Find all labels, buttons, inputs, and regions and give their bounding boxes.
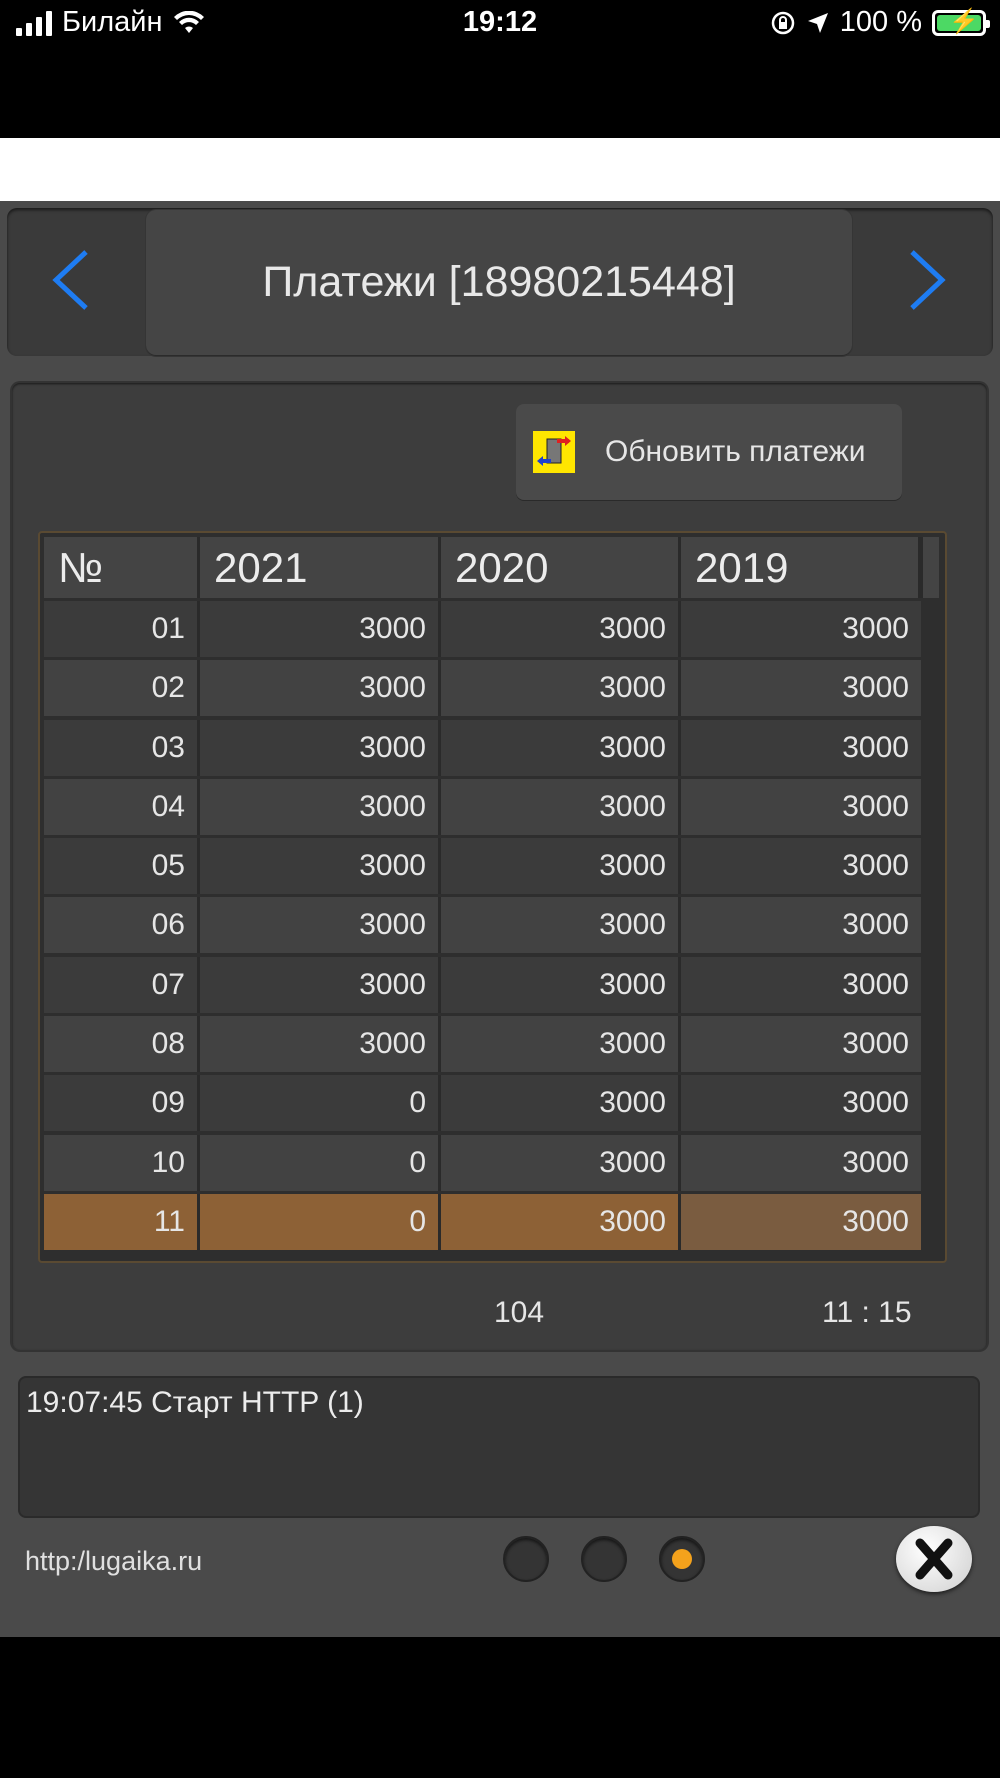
cell-2021: 0 xyxy=(200,1134,441,1191)
battery-percent: 100 % xyxy=(839,6,922,38)
table-row[interactable]: 08 3000 3000 3000 xyxy=(44,1016,921,1073)
cell-2021: 3000 xyxy=(200,601,441,657)
footer-time: 11 : 15 xyxy=(822,1296,912,1329)
cell-2019: 3000 xyxy=(681,1134,921,1191)
table-row[interactable]: 09 0 3000 3000 xyxy=(44,1075,921,1132)
site-link[interactable]: http:/lugaika.ru xyxy=(25,1546,202,1577)
table-row-selected[interactable]: 11 0 3000 3000 xyxy=(44,1193,921,1250)
table-row[interactable]: 01 3000 3000 3000 xyxy=(44,601,921,657)
payments-count: 104 xyxy=(494,1296,545,1329)
column-header-2021[interactable]: 2021 xyxy=(200,537,441,598)
cell-number: 10 xyxy=(44,1134,200,1191)
table-row[interactable]: 03 3000 3000 3000 xyxy=(44,719,921,776)
column-header-number[interactable]: № xyxy=(44,537,200,598)
table-body: 01 3000 3000 3000 02 3000 3000 3000 03 3… xyxy=(44,601,921,1253)
orientation-lock-icon xyxy=(771,11,795,34)
cell-2020: 3000 xyxy=(441,1134,681,1191)
cell-2021: 3000 xyxy=(200,838,441,895)
cell-2019: 3000 xyxy=(681,660,921,717)
prev-button[interactable] xyxy=(46,244,94,316)
cell-2021: 3000 xyxy=(200,778,441,835)
cell-2020: 3000 xyxy=(441,660,681,717)
status-bar: Билайн 19:12 100 % ⚡ xyxy=(0,0,1000,52)
table-row[interactable]: 07 3000 3000 3000 xyxy=(44,956,921,1013)
cell-2021: 0 xyxy=(200,1075,441,1132)
cell-2020: 3000 xyxy=(441,778,681,835)
chevron-right-icon xyxy=(910,250,946,310)
cell-number: 07 xyxy=(44,956,200,1013)
cell-2021: 3000 xyxy=(200,1016,441,1073)
cell-2021: 3000 xyxy=(200,719,441,776)
column-header-2020[interactable]: 2020 xyxy=(441,537,681,598)
refresh-label: Обновить платежи xyxy=(605,435,866,468)
table-header: № 2021 2020 2019 xyxy=(44,537,939,598)
cell-2021: 3000 xyxy=(200,956,441,1013)
status-right: 100 % ⚡ xyxy=(770,6,990,39)
cell-2020: 3000 xyxy=(441,897,681,954)
cell-number: 08 xyxy=(44,1016,200,1073)
transfer-icon xyxy=(533,431,575,473)
cell-number: 02 xyxy=(44,660,200,717)
table-row[interactable]: 06 3000 3000 3000 xyxy=(44,897,921,954)
page-dot-1[interactable] xyxy=(503,1536,549,1582)
cell-2020: 3000 xyxy=(441,1075,681,1132)
cell-2019: 3000 xyxy=(681,956,921,1013)
next-button[interactable] xyxy=(904,244,952,316)
cell-2019: 3000 xyxy=(681,1075,921,1132)
cell-2020: 3000 xyxy=(441,838,681,895)
cell-2019: 3000 xyxy=(681,1193,921,1250)
refresh-payments-button[interactable]: Обновить платежи xyxy=(516,404,902,500)
battery-icon: ⚡ xyxy=(932,8,990,36)
column-header-2019[interactable]: 2019 xyxy=(681,537,921,598)
cell-2021: 3000 xyxy=(200,660,441,717)
cell-2020: 3000 xyxy=(441,1193,681,1250)
cell-number: 01 xyxy=(44,601,200,657)
cell-2019: 3000 xyxy=(681,838,921,895)
white-bar xyxy=(0,138,1000,201)
chevron-left-icon xyxy=(52,250,88,310)
cell-number: 05 xyxy=(44,838,200,895)
cell-2019: 3000 xyxy=(681,897,921,954)
cell-2019: 3000 xyxy=(681,1016,921,1073)
cell-2019: 3000 xyxy=(681,719,921,776)
cell-number: 09 xyxy=(44,1075,200,1132)
page-title: Платежи [18980215448] xyxy=(262,258,736,306)
table-row[interactable]: 05 3000 3000 3000 xyxy=(44,838,921,895)
cell-2021: 0 xyxy=(200,1193,441,1250)
cell-2020: 3000 xyxy=(441,719,681,776)
table-row[interactable]: 02 3000 3000 3000 xyxy=(44,660,921,717)
cell-number: 11 xyxy=(44,1193,200,1250)
log-area: 19:07:45 Старт HTTP (1) xyxy=(18,1376,980,1518)
location-icon xyxy=(807,12,828,33)
page-dot-3-active[interactable] xyxy=(659,1536,705,1582)
cell-number: 06 xyxy=(44,897,200,954)
cell-number: 04 xyxy=(44,778,200,835)
table-row[interactable]: 10 0 3000 3000 xyxy=(44,1134,921,1191)
cell-2020: 3000 xyxy=(441,956,681,1013)
table-scroll-corner xyxy=(921,537,939,598)
cell-2020: 3000 xyxy=(441,601,681,657)
close-icon xyxy=(915,1538,953,1580)
close-button[interactable] xyxy=(896,1526,972,1592)
cell-number: 03 xyxy=(44,719,200,776)
cell-2021: 3000 xyxy=(200,897,441,954)
cell-2020: 3000 xyxy=(441,1016,681,1073)
cell-2019: 3000 xyxy=(681,601,921,657)
cell-2019: 3000 xyxy=(681,778,921,835)
page-dot-2[interactable] xyxy=(581,1536,627,1582)
table-row[interactable]: 04 3000 3000 3000 xyxy=(44,778,921,835)
